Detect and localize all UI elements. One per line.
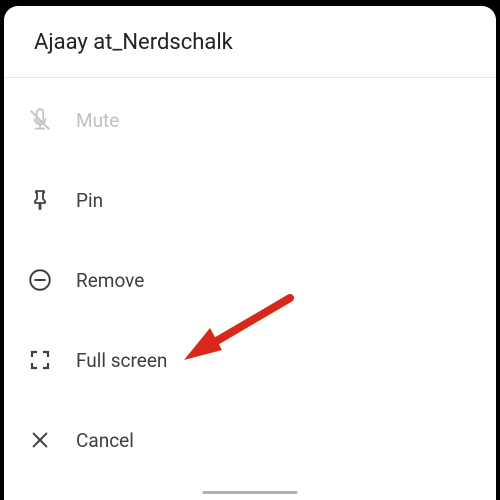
menu-label: Full screen — [76, 349, 167, 372]
menu-label: Mute — [76, 109, 119, 132]
participant-name: Ajaay at_Nerdschalk — [34, 30, 472, 55]
action-sheet: Ajaay at_Nerdschalk Mute Pin — [4, 6, 496, 500]
menu-item-pin[interactable]: Pin — [4, 160, 496, 240]
fullscreen-icon — [26, 346, 54, 374]
sheet-header: Ajaay at_Nerdschalk — [4, 6, 496, 78]
menu-item-remove[interactable]: Remove — [4, 240, 496, 320]
menu-label: Pin — [76, 189, 103, 212]
home-indicator — [203, 491, 298, 494]
menu-list: Mute Pin Remove — [4, 78, 496, 480]
menu-item-cancel[interactable]: Cancel — [4, 400, 496, 480]
mic-off-icon — [26, 106, 54, 134]
pin-icon — [26, 186, 54, 214]
menu-label: Cancel — [76, 429, 134, 452]
menu-item-mute: Mute — [4, 80, 496, 160]
menu-item-fullscreen[interactable]: Full screen — [4, 320, 496, 400]
close-icon — [26, 426, 54, 454]
remove-circle-icon — [26, 266, 54, 294]
menu-label: Remove — [76, 269, 144, 292]
